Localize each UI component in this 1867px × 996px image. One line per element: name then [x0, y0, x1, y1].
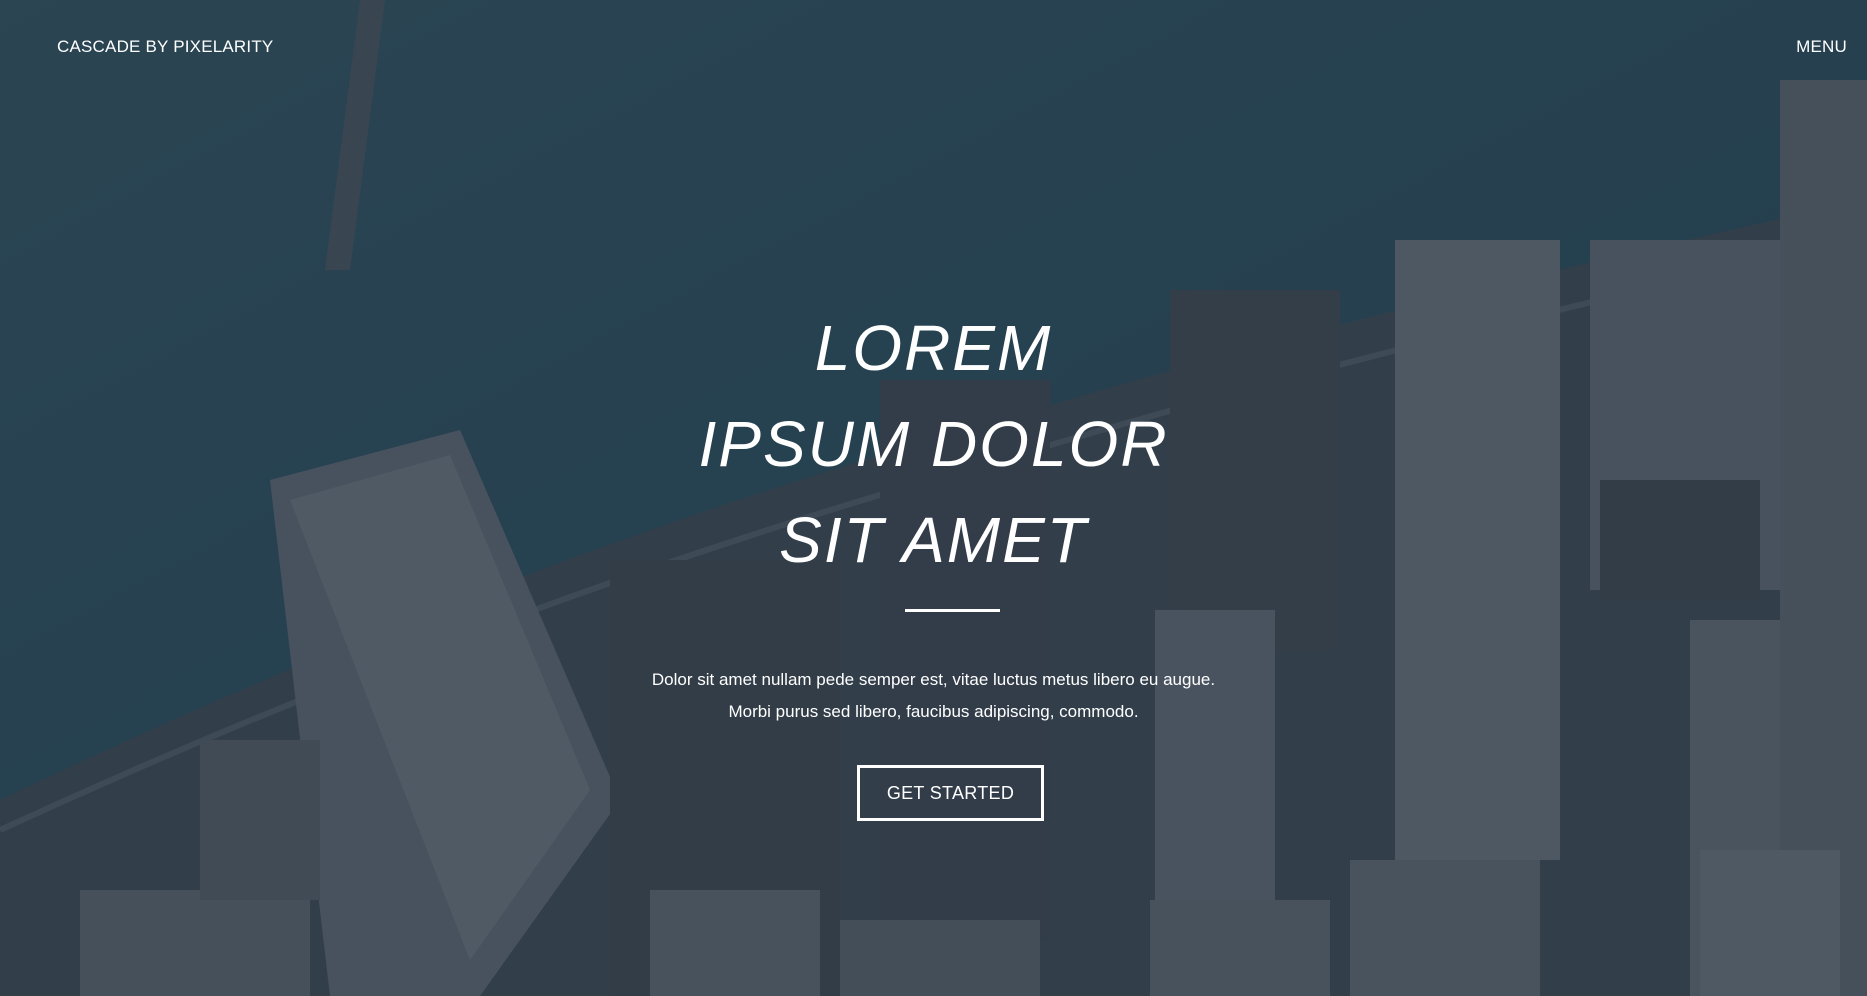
menu-button[interactable]: MENU — [1796, 37, 1847, 57]
hero-description-line: Dolor sit amet nullam pede semper est, v… — [651, 670, 1216, 689]
hero-title-line: LOREM — [814, 312, 1053, 384]
hero-description: Dolor sit amet nullam pede semper est, v… — [0, 664, 1867, 728]
hero-title-line: SIT AMET — [779, 504, 1088, 576]
get-started-button[interactable]: GET STARTED — [857, 765, 1044, 821]
hero-title: LOREM IPSUM DOLOR SIT AMET — [0, 300, 1867, 588]
hero-description-line: Morbi purus sed libero, faucibus adipisc… — [728, 702, 1139, 721]
hero-divider — [905, 609, 1000, 612]
brand-logo-link[interactable]: CASCADE BY PIXELARITY — [57, 37, 273, 57]
page: CASCADE BY PIXELARITY MENU LOREM IPSUM D… — [0, 0, 1867, 996]
hero-title-line: IPSUM DOLOR — [698, 408, 1169, 480]
